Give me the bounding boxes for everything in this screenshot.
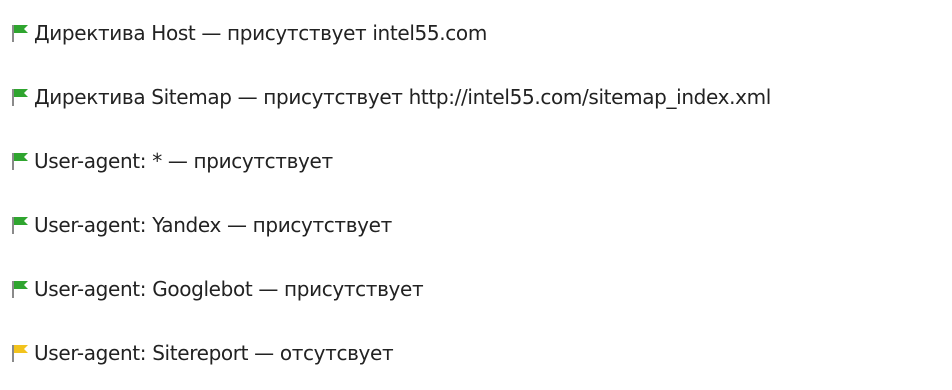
check-text-sitemap: Директива Sitemap — присутствует http://… [34, 85, 771, 109]
check-row-sitemap: Директива Sitemap — присутствует http://… [10, 82, 771, 112]
check-text-user-agent-googlebot: User-agent: Googlebot — присутствует [34, 277, 424, 301]
check-row-user-agent-yandex: User-agent: Yandex — присутствует [10, 210, 392, 240]
check-row-user-agent-sitereport: User-agent: Sitereport — отсутсвует [10, 338, 394, 368]
robots-check-list: Директива Host — присутствует intel55.co… [0, 0, 952, 390]
check-text-user-agent-yandex: User-agent: Yandex — присутствует [34, 213, 392, 237]
green-flag-icon [12, 153, 28, 170]
yellow-flag-icon [12, 345, 28, 362]
check-row-host: Директива Host — присутствует intel55.co… [10, 18, 487, 48]
green-flag-icon [12, 281, 28, 298]
green-flag-icon [12, 89, 28, 106]
check-text-user-agent-sitereport: User-agent: Sitereport — отсутсвует [34, 341, 394, 365]
check-row-user-agent-googlebot: User-agent: Googlebot — присутствует [10, 274, 424, 304]
check-text-host: Директива Host — присутствует intel55.co… [34, 21, 487, 45]
check-text-user-agent-all: User-agent: * — присутствует [34, 149, 333, 173]
check-row-user-agent-all: User-agent: * — присутствует [10, 146, 333, 176]
green-flag-icon [12, 25, 28, 42]
green-flag-icon [12, 217, 28, 234]
